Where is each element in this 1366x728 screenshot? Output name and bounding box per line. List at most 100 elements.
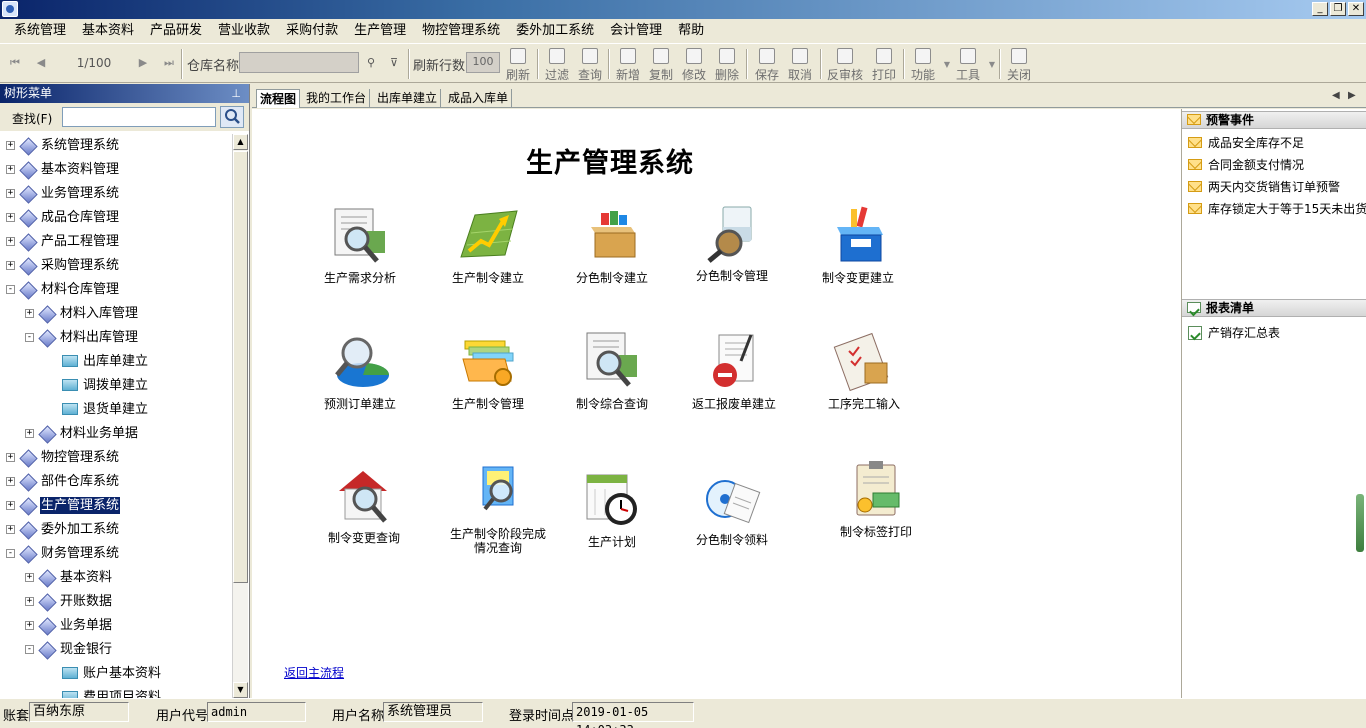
alert-item[interactable]: 两天内交货销售订单预警 — [1188, 177, 1340, 197]
back-to-main-flow-link[interactable]: 返回主流程 — [284, 664, 344, 681]
expand-icon[interactable]: + — [25, 429, 34, 438]
alert-item[interactable]: 成品安全库存不足 — [1188, 133, 1304, 153]
flow-item-order-label-print[interactable]: 制令标签打印 — [816, 459, 936, 539]
tree-item[interactable]: 账户基本资料 — [0, 662, 232, 686]
tree-item[interactable]: + 采购管理系统 — [0, 254, 232, 278]
last-record-icon[interactable]: ⏭ — [162, 56, 176, 70]
warehouse-input[interactable] — [239, 52, 359, 73]
menu-accounting[interactable]: 会计管理 — [602, 19, 670, 43]
tree-item[interactable]: + 业务管理系统 — [0, 182, 232, 206]
expand-icon[interactable]: + — [25, 621, 34, 630]
cancel-button[interactable]: 取消 — [783, 47, 817, 82]
expand-icon[interactable]: + — [6, 501, 15, 510]
copy-button[interactable]: 复制 — [644, 47, 678, 82]
tools-button[interactable]: 工具 — [951, 47, 985, 82]
flow-item-color-order-create[interactable]: 分色制令建立 — [552, 205, 672, 285]
tab-finished-goods-inbound[interactable]: 成品入库单 — [445, 89, 513, 108]
minimize-button[interactable]: _ — [1312, 2, 1328, 16]
expand-icon[interactable]: + — [25, 309, 34, 318]
scroll-up-icon[interactable]: ▲ — [233, 134, 248, 150]
menu-help[interactable]: 帮助 — [670, 19, 712, 43]
tree-item[interactable]: + 材料入库管理 — [0, 302, 232, 326]
new-button[interactable]: 新增 — [611, 47, 645, 82]
clear-filter-icon[interactable]: ⊽ — [387, 56, 401, 70]
tree-item[interactable]: 出库单建立 — [0, 350, 232, 374]
tree-item[interactable]: + 部件仓库系统 — [0, 470, 232, 494]
scroll-down-icon[interactable]: ▼ — [233, 682, 248, 698]
expand-icon[interactable]: + — [6, 165, 15, 174]
expand-icon[interactable]: + — [25, 597, 34, 606]
close-window-button[interactable]: ✕ — [1348, 2, 1364, 16]
menu-basic-data[interactable]: 基本资料 — [74, 19, 142, 43]
flow-item-color-order-material-issue[interactable]: 分色制令领料 — [672, 467, 792, 547]
flow-item-order-change-create[interactable]: 制令变更建立 — [798, 205, 918, 285]
expand-icon[interactable]: + — [6, 477, 15, 486]
menu-material-control[interactable]: 物控管理系统 — [414, 19, 508, 43]
tree-item[interactable]: + 委外加工系统 — [0, 518, 232, 542]
tab-my-workbench[interactable]: 我的工作台 — [303, 89, 371, 108]
tab-flowchart[interactable]: 流程图 — [256, 89, 301, 108]
flow-item-stage-completion-query[interactable]: 生产制令阶段完成 情况查询 — [438, 461, 558, 555]
tree-item[interactable]: 费用项目资料 — [0, 686, 232, 698]
next-record-icon[interactable]: ▶ — [136, 56, 150, 70]
tab-outbound-order[interactable]: 出库单建立 — [374, 89, 442, 108]
expand-icon[interactable]: + — [6, 141, 15, 150]
tree-item[interactable]: - 现金银行 — [0, 638, 232, 662]
flow-item-production-plan[interactable]: 生产计划 — [552, 469, 672, 549]
prev-record-icon[interactable]: ◀ — [34, 56, 48, 70]
tree-item[interactable]: + 成品仓库管理 — [0, 206, 232, 230]
tab-scroll-left-icon[interactable]: ◀ — [1332, 90, 1340, 101]
tree-item[interactable]: + 生产管理系统 — [0, 494, 232, 518]
edit-button[interactable]: 修改 — [677, 47, 711, 82]
refresh-rows-input[interactable]: 100 — [466, 52, 500, 73]
flow-item-color-order-manage[interactable]: 分色制令管理 — [672, 203, 792, 283]
tree-scrollbar[interactable]: ▲ ▼ — [232, 134, 248, 698]
report-item[interactable]: 产销存汇总表 — [1188, 323, 1280, 343]
flow-item-production-order-manage[interactable]: 生产制令管理 — [428, 331, 548, 411]
expand-icon[interactable]: + — [6, 189, 15, 198]
flow-item-forecast-order-create[interactable]: 预测订单建立 — [300, 331, 420, 411]
tree-item[interactable]: 调拨单建立 — [0, 374, 232, 398]
tree-item[interactable]: + 材料业务单据 — [0, 422, 232, 446]
tree-item[interactable]: + 开账数据 — [0, 590, 232, 614]
collapse-icon[interactable]: - — [6, 285, 15, 294]
tree-item[interactable]: + 基本资料 — [0, 566, 232, 590]
expand-icon[interactable]: + — [6, 261, 15, 270]
tree-item[interactable]: + 系统管理系统 — [0, 134, 232, 158]
tree-item[interactable]: + 产品工程管理 — [0, 230, 232, 254]
function-button[interactable]: 功能 — [906, 47, 940, 82]
close-button[interactable]: 关闭 — [1002, 47, 1036, 82]
expand-icon[interactable]: + — [25, 573, 34, 582]
flow-item-process-completion-input[interactable]: 工序完工输入 — [804, 331, 924, 411]
flow-item-production-demand-analysis[interactable]: 生产需求分析 — [300, 205, 420, 285]
flow-item-production-order-create[interactable]: 生产制令建立 — [428, 205, 548, 285]
menu-sales[interactable]: 营业收款 — [210, 19, 278, 43]
tools-dropdown-icon[interactable]: ▼ — [985, 58, 999, 72]
expand-icon[interactable]: + — [6, 453, 15, 462]
pin-icon[interactable]: ⊥ — [231, 84, 241, 103]
expand-icon[interactable]: + — [6, 525, 15, 534]
menu-production[interactable]: 生产管理 — [346, 19, 414, 43]
collapse-icon[interactable]: - — [25, 333, 34, 342]
scroll-thumb[interactable] — [233, 151, 248, 583]
tree-item[interactable]: + 业务单据 — [0, 614, 232, 638]
filter-button[interactable]: 过滤 — [540, 47, 574, 82]
menu-system[interactable]: 系统管理 — [6, 19, 74, 43]
save-button[interactable]: 保存 — [750, 47, 784, 82]
tree-search-input[interactable] — [62, 107, 216, 127]
menu-product-rd[interactable]: 产品研发 — [142, 19, 210, 43]
first-record-icon[interactable]: ⏮ — [8, 56, 22, 70]
collapse-icon[interactable]: - — [6, 549, 15, 558]
collapse-icon[interactable]: - — [25, 645, 34, 654]
refresh-button[interactable]: 刷新 — [501, 47, 535, 82]
binoculars-icon[interactable]: ⚲ — [364, 56, 378, 70]
tab-scroll-right-icon[interactable]: ▶ — [1348, 90, 1356, 101]
restore-button[interactable]: ❐ — [1330, 2, 1346, 16]
query-button[interactable]: 查询 — [573, 47, 607, 82]
expand-icon[interactable]: + — [6, 213, 15, 222]
alert-item[interactable]: 合同金额支付情况 — [1188, 155, 1304, 175]
tree-item[interactable]: - 财务管理系统 — [0, 542, 232, 566]
flow-item-order-change-query[interactable]: 制令变更查询 — [304, 465, 424, 545]
alert-item[interactable]: 库存锁定大于等于15天未出货 — [1188, 199, 1366, 219]
expand-icon[interactable]: + — [6, 237, 15, 246]
